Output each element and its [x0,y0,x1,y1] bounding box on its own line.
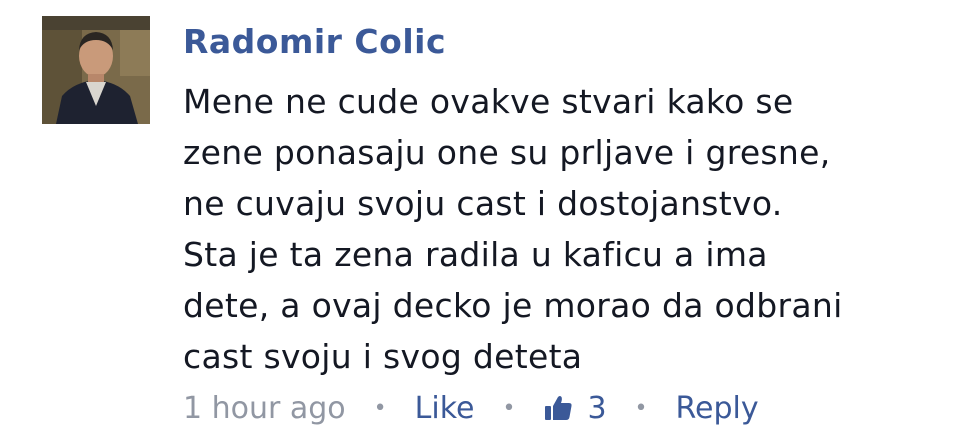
avatar-photo [42,16,150,124]
separator-dot: • [502,395,516,421]
separator-dot: • [634,395,648,421]
comment-body: Mene ne cude ovakve stvari kako se zene … [183,76,943,382]
like-count: 3 [587,390,607,426]
comment-line: ne cuvaju svoju cast i dostojanstvo. [183,184,783,223]
separator-dot: • [373,395,387,421]
like-button[interactable]: Like [415,391,475,426]
like-count-link[interactable]: 3 [543,390,607,426]
thumbs-up-icon [543,393,573,423]
reply-button[interactable]: Reply [676,391,759,426]
comment-line: cast svoju i svog deteta [183,337,583,376]
timestamp[interactable]: 1 hour ago [183,391,346,426]
comment-line: Mene ne cude ovakve stvari kako se [183,82,794,121]
comment-line: zene ponasaju one su prljave i gresne, [183,133,831,172]
comment-line: dete, a ovaj decko je morao da odbrani [183,286,843,325]
comment: Radomir Colic Mene ne cude ovakve stvari… [0,0,960,448]
comment-line: Sta je ta zena radila u kaficu a ima [183,235,768,274]
avatar[interactable] [42,16,150,124]
comment-meta: 1 hour ago • Like • 3 • Reply [183,388,759,428]
author-name[interactable]: Radomir Colic [183,22,446,61]
